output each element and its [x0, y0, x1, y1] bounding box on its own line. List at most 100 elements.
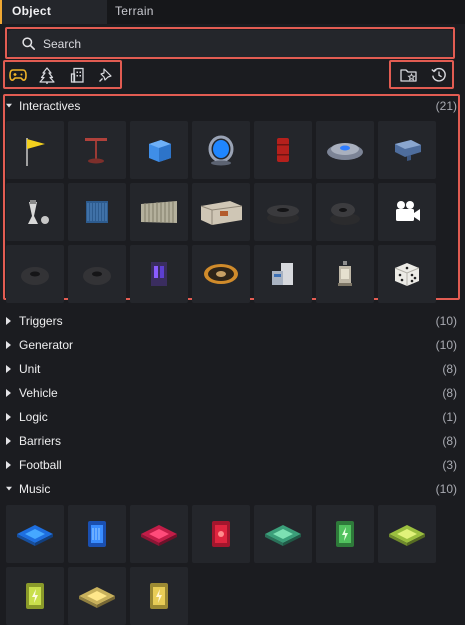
asset-tile-music-panel-yellow-2[interactable] [130, 567, 188, 625]
tab-object[interactable]: Object [0, 0, 107, 24]
purple-machine-icon [151, 262, 167, 286]
expand-arrow-right-icon [6, 341, 12, 349]
history-button[interactable] [428, 64, 450, 86]
expand-arrow-right-icon [6, 365, 12, 373]
category-label: Barriers [19, 434, 62, 448]
category-barriers[interactable]: Barriers (8) [0, 432, 465, 450]
category-count: (10) [435, 338, 457, 352]
category-label: Unit [19, 362, 41, 376]
asset-tile-tire-stack-2[interactable] [316, 183, 374, 241]
asset-tile-tire-stack-1[interactable] [254, 183, 312, 241]
tree-icon [39, 66, 55, 84]
blue-cube-icon [149, 140, 171, 162]
asset-tile-blue-portal[interactable] [192, 121, 250, 179]
expand-arrow-down-icon [6, 486, 12, 492]
turret-icon [28, 200, 49, 224]
filter-toolbar [0, 60, 465, 90]
dice-icon [394, 263, 420, 286]
building-filter-button[interactable] [66, 64, 88, 86]
asset-tile-music-pad-green[interactable] [254, 505, 312, 563]
music-pad-icon [79, 587, 115, 608]
asset-tile-music-panel-blue[interactable] [68, 505, 126, 563]
category-count: (3) [442, 458, 457, 472]
category-football[interactable]: Football (3) [0, 456, 465, 474]
expand-arrow-right-icon [6, 461, 12, 469]
asset-tile-music-pad-pink[interactable] [130, 505, 188, 563]
asset-tile-drone-pad[interactable] [316, 121, 374, 179]
asset-tile-tire-1[interactable] [6, 245, 64, 303]
red-lamp-icon [85, 138, 107, 164]
favorite-folder-icon [400, 68, 417, 82]
tab-terrain[interactable]: Terrain [107, 0, 187, 24]
music-panel-icon [26, 583, 44, 609]
category-count: (8) [442, 386, 457, 400]
category-music[interactable]: Music (10) [0, 480, 465, 498]
category-label: Interactives [19, 99, 81, 113]
asset-tile-lantern[interactable] [316, 245, 374, 303]
drone-pad-icon [327, 143, 363, 160]
category-triggers[interactable]: Triggers (10) [0, 312, 465, 330]
music-panel-icon [336, 521, 354, 547]
category-label: Music [19, 482, 51, 496]
expand-arrow-down-icon [6, 103, 12, 109]
category-unit[interactable]: Unit (8) [0, 360, 465, 378]
asset-tile-blue-block[interactable] [378, 121, 436, 179]
category-logic[interactable]: Logic (1) [0, 408, 465, 426]
tire-stack-icon [330, 203, 360, 225]
asset-tile-dice[interactable] [378, 245, 436, 303]
asset-tile-fence[interactable] [130, 183, 188, 241]
asset-tile-music-panel-red[interactable] [192, 505, 250, 563]
asset-tile-red-barrel[interactable] [254, 121, 312, 179]
category-vehicle[interactable]: Vehicle (8) [0, 384, 465, 402]
music-pad-icon [17, 525, 53, 546]
asset-tile-turret[interactable] [6, 183, 64, 241]
asset-tile-round-target[interactable] [192, 245, 250, 303]
category-generator[interactable]: Generator (10) [0, 336, 465, 354]
category-label: Logic [19, 410, 48, 424]
music-pad-icon [141, 525, 177, 546]
asset-tile-red-lamp[interactable] [68, 121, 126, 179]
music-grid [6, 505, 436, 625]
music-pad-icon [265, 525, 301, 546]
asset-tile-blue-cube[interactable] [130, 121, 188, 179]
favorites-button[interactable] [398, 64, 420, 86]
asset-tile-music-pad-blue[interactable] [6, 505, 64, 563]
asset-tile-purple-machine[interactable] [130, 245, 188, 303]
expand-arrow-right-icon [6, 389, 12, 397]
building-icon [70, 67, 84, 83]
blue-portal-icon [208, 135, 234, 166]
asset-tile-shipping-container[interactable] [192, 183, 250, 241]
expand-arrow-right-icon [6, 317, 12, 325]
asset-tile-music-pad-yellow-green[interactable] [378, 505, 436, 563]
red-barrel-icon [277, 138, 289, 162]
camera-icon [396, 201, 420, 221]
music-pad-icon [389, 525, 425, 546]
category-count: (21) [435, 99, 457, 113]
asset-tile-tire-2[interactable] [68, 245, 126, 303]
category-label: Football [19, 458, 62, 472]
asset-tile-camera[interactable] [378, 183, 436, 241]
expand-arrow-right-icon [6, 413, 12, 421]
category-label: Vehicle [19, 386, 58, 400]
search-input[interactable]: Search [8, 30, 453, 57]
tree-filter-button[interactable] [36, 64, 58, 86]
blue-block-icon [395, 140, 421, 161]
interactives-grid [6, 121, 436, 303]
asset-tile-music-panel-green[interactable] [316, 505, 374, 563]
asset-tile-blue-container[interactable] [68, 183, 126, 241]
shipping-container-icon [200, 201, 243, 225]
pin-filter-button[interactable] [95, 64, 117, 86]
category-interactives[interactable]: Interactives (21) [0, 97, 465, 115]
asset-tile-rack-machine[interactable] [254, 245, 312, 303]
lantern-icon [338, 261, 352, 286]
rack-machine-icon [272, 263, 293, 285]
asset-tile-music-pad-yellow[interactable] [68, 567, 126, 625]
tire-stack-icon [267, 205, 299, 224]
asset-tile-yellow-flag[interactable] [6, 121, 64, 179]
blue-container-icon [86, 201, 108, 223]
expand-arrow-right-icon [6, 437, 12, 445]
asset-tile-music-panel-yellow[interactable] [6, 567, 64, 625]
search-placeholder: Search [43, 36, 82, 51]
gamepad-filter-button[interactable] [7, 64, 29, 86]
category-count: (10) [435, 482, 457, 496]
